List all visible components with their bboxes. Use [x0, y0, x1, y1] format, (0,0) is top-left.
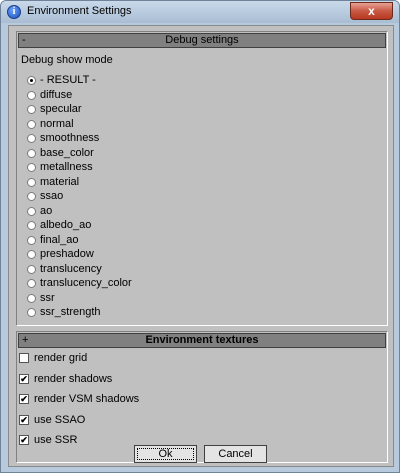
- radio-label: normal: [40, 117, 74, 130]
- environment-textures-title: Environment textures: [145, 334, 259, 346]
- radio-button[interactable]: [27, 192, 36, 201]
- radio-label: diffuse: [40, 88, 73, 101]
- radio-label: ssr: [40, 291, 55, 304]
- radio-label: preshadow: [40, 248, 94, 260]
- radio-button[interactable]: [27, 76, 36, 85]
- radio-button[interactable]: [27, 90, 36, 100]
- radio-button[interactable]: [27, 105, 36, 114]
- radio-button[interactable]: [27, 235, 36, 245]
- radio-label: translucency: [40, 262, 102, 275]
- radio-button[interactable]: [27, 177, 36, 187]
- debug-settings-header[interactable]: - Debug settings: [18, 33, 386, 48]
- radio-button[interactable]: [27, 279, 36, 288]
- radio-button[interactable]: [27, 148, 36, 158]
- checkbox[interactable]: [19, 353, 29, 363]
- radio-button[interactable]: [27, 221, 36, 230]
- checkbox-label: use SSAO: [34, 413, 86, 426]
- radio-button[interactable]: [27, 264, 36, 274]
- checkbox-label: use SSR: [34, 434, 78, 446]
- checkbox[interactable]: ✔: [19, 414, 29, 425]
- radio-label: ssao: [40, 190, 64, 202]
- environment-textures-header[interactable]: + Environment textures: [18, 333, 386, 348]
- radio-label: - RESULT -: [40, 74, 96, 86]
- radio-button[interactable]: [27, 163, 36, 172]
- window-title: Environment Settings: [27, 5, 132, 17]
- title-bar[interactable]: i Environment Settings x: [1, 1, 399, 23]
- environment-textures-group: + Environment textures render grid ✔ rende…: [16, 331, 388, 463]
- checkbox[interactable]: ✔: [19, 435, 29, 445]
- debug-settings-title: Debug settings: [165, 34, 239, 46]
- radio-label: albedo_ao: [40, 219, 92, 231]
- radio-button[interactable]: [27, 206, 36, 216]
- ok-button[interactable]: Ok: [134, 445, 197, 463]
- debug-show-mode-label: Debug show mode: [21, 54, 113, 66]
- debug-settings-group: - Debug settings Debug show mode - RESUL…: [16, 31, 388, 326]
- close-button[interactable]: x: [350, 2, 393, 20]
- radio-button[interactable]: [27, 134, 36, 143]
- info-icon: i: [7, 5, 21, 19]
- dialog-window: i Environment Settings x - Debug setting…: [0, 0, 400, 473]
- checkbox-label: render shadows: [34, 372, 113, 385]
- dialog-client-area: - Debug settings Debug show mode - RESUL…: [8, 25, 394, 467]
- radio-label: specular: [40, 103, 82, 115]
- radio-button[interactable]: [27, 119, 36, 129]
- radio-label: translucency_color: [40, 277, 132, 289]
- radio-label: material: [40, 175, 80, 188]
- radio-button[interactable]: [27, 293, 36, 303]
- radio-label: ssr_strength: [40, 306, 101, 318]
- radio-button[interactable]: [27, 250, 36, 259]
- checkbox-label: render VSM shadows: [34, 393, 140, 405]
- radio-label: smoothness: [40, 132, 100, 144]
- radio-button[interactable]: [27, 308, 36, 317]
- checkbox-label: render grid: [34, 352, 88, 364]
- checkbox[interactable]: ✔: [19, 373, 29, 384]
- cancel-button[interactable]: Cancel: [204, 445, 267, 463]
- checkbox[interactable]: ✔: [19, 394, 29, 404]
- radio-label: ao: [40, 204, 53, 217]
- radio-label: metallness: [40, 161, 93, 173]
- radio-label: base_color: [40, 146, 94, 159]
- radio-label: final_ao: [40, 233, 79, 246]
